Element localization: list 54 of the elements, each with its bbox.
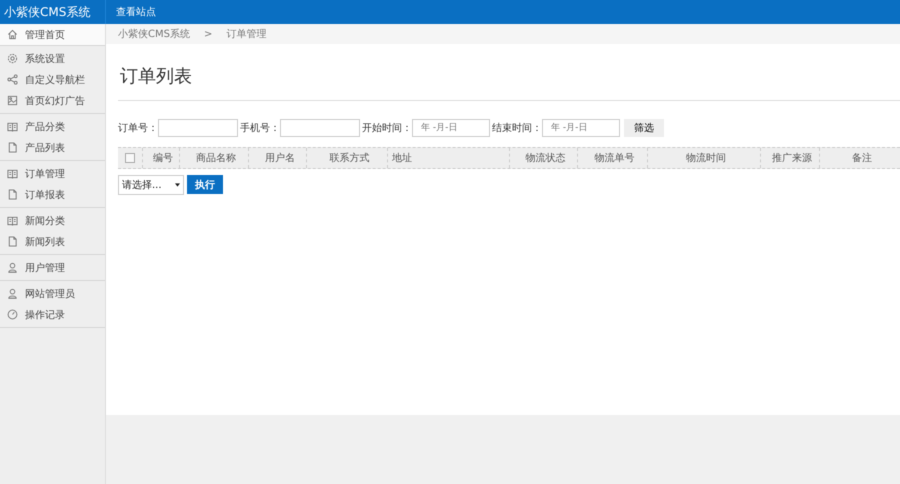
user-icon [7,288,18,299]
sidebar-item[interactable]: 系统设置 [0,48,105,69]
home-icon [7,29,18,40]
column-header: 用户名 [264,152,295,165]
share-icon [7,74,18,85]
sidebar-item[interactable]: 网站管理员 [0,283,105,304]
date-field[interactable]: 年 -月-日 [412,119,490,137]
page-title: 订单列表 [118,44,900,101]
column-header: 联系方式 [329,152,370,165]
filter-label: 结束时间： [492,122,542,135]
action-select[interactable]: 请选择... [118,175,184,195]
date-field[interactable]: 年 -月-日 [542,119,620,137]
sidebar-item[interactable]: 首页幻灯广告 [0,90,105,111]
column-header: 物流单号 [594,152,635,165]
book-icon [7,168,18,179]
sidebar-item[interactable]: 订单报表 [0,184,105,205]
breadcrumb-item: 订单管理 [226,28,266,41]
select-all-checkbox[interactable] [125,153,135,163]
breadcrumb-item[interactable]: 小紫侠CMS系统 [118,27,190,41]
book-icon [7,215,18,226]
book-icon [7,121,18,132]
input-field[interactable] [280,119,360,137]
input-field[interactable] [158,119,238,137]
filter-label: 手机号： [240,122,280,135]
file-icon [7,189,18,200]
clock-icon [7,309,18,320]
sidebar-item[interactable]: 操作记录 [0,304,105,325]
column-header: 物流状态 [526,152,566,165]
picture-icon [7,95,18,106]
file-icon [7,142,18,153]
sidebar-item[interactable]: 订单管理 [0,163,105,184]
file-icon [7,236,18,247]
filter-label: 订单号： [118,122,158,135]
sidebar-item[interactable]: 新闻分类 [0,210,105,231]
column-header: 物流时间 [686,152,726,165]
user-icon [7,262,18,273]
column-header: 商品名称 [196,152,236,165]
caret-icon [175,183,180,187]
sidebar-item[interactable]: 用户管理 [0,257,105,278]
sidebar-item[interactable]: 新闻列表 [0,231,105,252]
column-header: 推广来源 [772,152,812,165]
sidebar-item[interactable]: 自定义导航栏 [0,69,105,90]
column-header: 地址 [392,152,412,165]
sidebar-item[interactable]: 产品列表 [0,137,105,158]
settings-icon [7,53,18,64]
filter-button[interactable]: 筛选 [624,119,664,137]
breadcrumb-item: > [204,28,212,40]
app-logo: 小紫侠CMS系统 [3,4,92,20]
sidebar-item[interactable]: 管理首页 [0,24,105,45]
column-header: 备注 [852,152,872,165]
column-header: 编号 [152,152,173,165]
execute-button[interactable]: 执行 [187,175,223,194]
filter-label: 开始时间： [362,122,412,135]
sidebar-item[interactable]: 产品分类 [0,116,105,137]
